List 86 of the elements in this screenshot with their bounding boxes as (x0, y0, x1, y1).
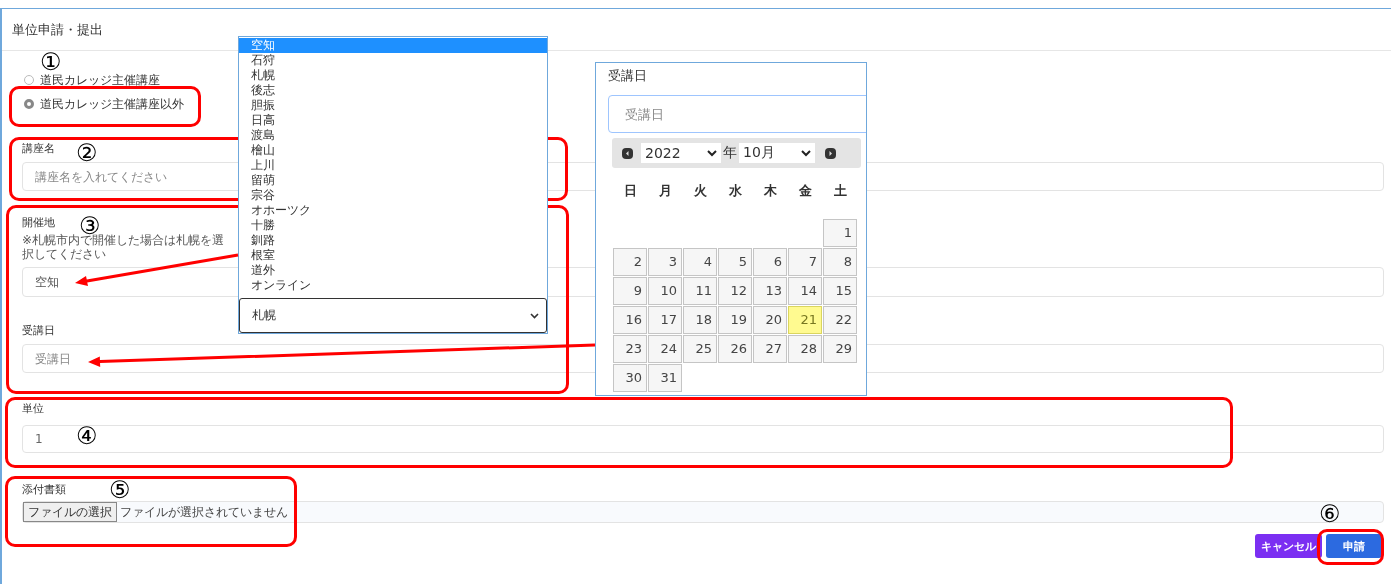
date-field[interactable]: 受講日 (608, 95, 866, 133)
dropdown-option[interactable]: 十勝 (239, 218, 547, 233)
calendar-day[interactable]: 6 (753, 248, 787, 276)
radio-label[interactable]: 道民カレッジ主催講座以外 (40, 95, 184, 113)
dropdown-option[interactable]: 日高 (239, 113, 547, 128)
dropdown-option[interactable]: 根室 (239, 248, 547, 263)
dropdown-option[interactable]: 留萌 (239, 173, 547, 188)
dropdown-option[interactable]: 渡島 (239, 128, 547, 143)
calendar-day[interactable]: 10 (648, 277, 682, 305)
step-number: ④ (76, 424, 98, 448)
calendar-day[interactable]: 12 (718, 277, 752, 305)
chevron-icon (801, 149, 811, 157)
calendar-day[interactable]: 27 (753, 335, 787, 363)
field-label: 単位 (22, 401, 44, 417)
dropdown-option[interactable]: オンライン (239, 278, 547, 293)
select-value: 札幌 (252, 307, 276, 324)
step-number: ⑥ (1319, 502, 1341, 526)
calendar-day[interactable]: 29 (823, 335, 857, 363)
weekday-label: 木 (762, 182, 778, 200)
calendar-day[interactable]: 30 (613, 364, 647, 392)
calendar-day[interactable]: 3 (648, 248, 682, 276)
weekday-label: 水 (727, 182, 743, 200)
field-label: 添付書類 (22, 482, 66, 498)
calendar-day[interactable]: 25 (683, 335, 717, 363)
field-label: 開催地 (22, 215, 55, 231)
annotation-frame (1317, 529, 1384, 565)
step-number: ⑤ (109, 478, 131, 502)
next-month-icon[interactable] (825, 147, 836, 159)
calendar-day[interactable]: 19 (718, 306, 752, 334)
radio-button[interactable] (24, 75, 34, 85)
calendar-day[interactable]: 7 (788, 248, 822, 276)
calendar-day[interactable]: 17 (648, 306, 682, 334)
radio-button[interactable] (24, 99, 34, 109)
file-status: ファイルが選択されていません (120, 503, 288, 521)
venue-select[interactable]: 札幌 (239, 298, 547, 333)
dropdown-option[interactable]: 後志 (239, 83, 547, 98)
calendar-day[interactable]: 13 (753, 277, 787, 305)
year-suffix: 年 (723, 144, 737, 162)
calendar-day[interactable]: 22 (823, 306, 857, 334)
calendar-day[interactable]: 15 (823, 277, 857, 305)
radio-label[interactable]: 道民カレッジ主催講座 (40, 71, 160, 89)
dialog-title: 単位申請・提出 (12, 20, 103, 39)
calendar-day[interactable]: 1 (823, 219, 857, 247)
submit-button[interactable]: 申請 (1326, 534, 1382, 558)
chevron-icon (530, 312, 539, 319)
calendar-day[interactable]: 23 (613, 335, 647, 363)
cancel-button[interactable]: キャンセル (1255, 534, 1322, 558)
dropdown-option[interactable]: 釧路 (239, 233, 547, 248)
step-number: ① (40, 50, 62, 74)
calendar-day[interactable]: 24 (648, 335, 682, 363)
weekday-label: 土 (832, 182, 848, 200)
field-label: 受講日 (607, 67, 648, 85)
calendar-day[interactable]: 31 (648, 364, 682, 392)
dropdown-option[interactable]: 石狩 (239, 53, 547, 68)
calendar-day[interactable]: 18 (683, 306, 717, 334)
field-label: 講座名 (22, 141, 55, 157)
choose-file-button[interactable]: ファイルの選択 (23, 502, 117, 522)
dropdown-option[interactable]: オホーツク (239, 203, 547, 218)
year-select[interactable]: 2022 (641, 143, 721, 163)
month-select[interactable]: 10月 (739, 143, 815, 163)
field-label: 受講日 (22, 323, 55, 339)
weekday-label: 月 (657, 182, 673, 200)
chevron-icon (707, 149, 717, 157)
calendar-day[interactable]: 21 (788, 306, 822, 334)
weekday-label: 日 (622, 182, 638, 200)
calendar-day[interactable]: 8 (823, 248, 857, 276)
dropdown-option[interactable]: 上川 (239, 158, 547, 173)
step-number: ② (76, 141, 98, 165)
calendar-day[interactable]: 2 (613, 248, 647, 276)
calendar-day[interactable]: 14 (788, 277, 822, 305)
calendar-day[interactable]: 5 (718, 248, 752, 276)
dropdown-option[interactable]: 道外 (239, 263, 547, 278)
calendar-day[interactable]: 11 (683, 277, 717, 305)
calendar-day[interactable]: 9 (613, 277, 647, 305)
calendar-day[interactable]: 16 (613, 306, 647, 334)
calendar-day[interactable]: 28 (788, 335, 822, 363)
calendar-day[interactable]: 26 (718, 335, 752, 363)
calendar-day[interactable]: 4 (683, 248, 717, 276)
dropdown-option[interactable]: 宗谷 (239, 188, 547, 203)
weekday-label: 金 (797, 182, 813, 200)
weekday-label: 火 (692, 182, 708, 200)
dropdown-option[interactable]: 檜山 (239, 143, 547, 158)
dropdown-option[interactable]: 胆振 (239, 98, 547, 113)
dropdown-option[interactable]: 札幌 (239, 68, 547, 83)
previous-month-icon[interactable] (622, 147, 633, 159)
calendar-day[interactable]: 20 (753, 306, 787, 334)
